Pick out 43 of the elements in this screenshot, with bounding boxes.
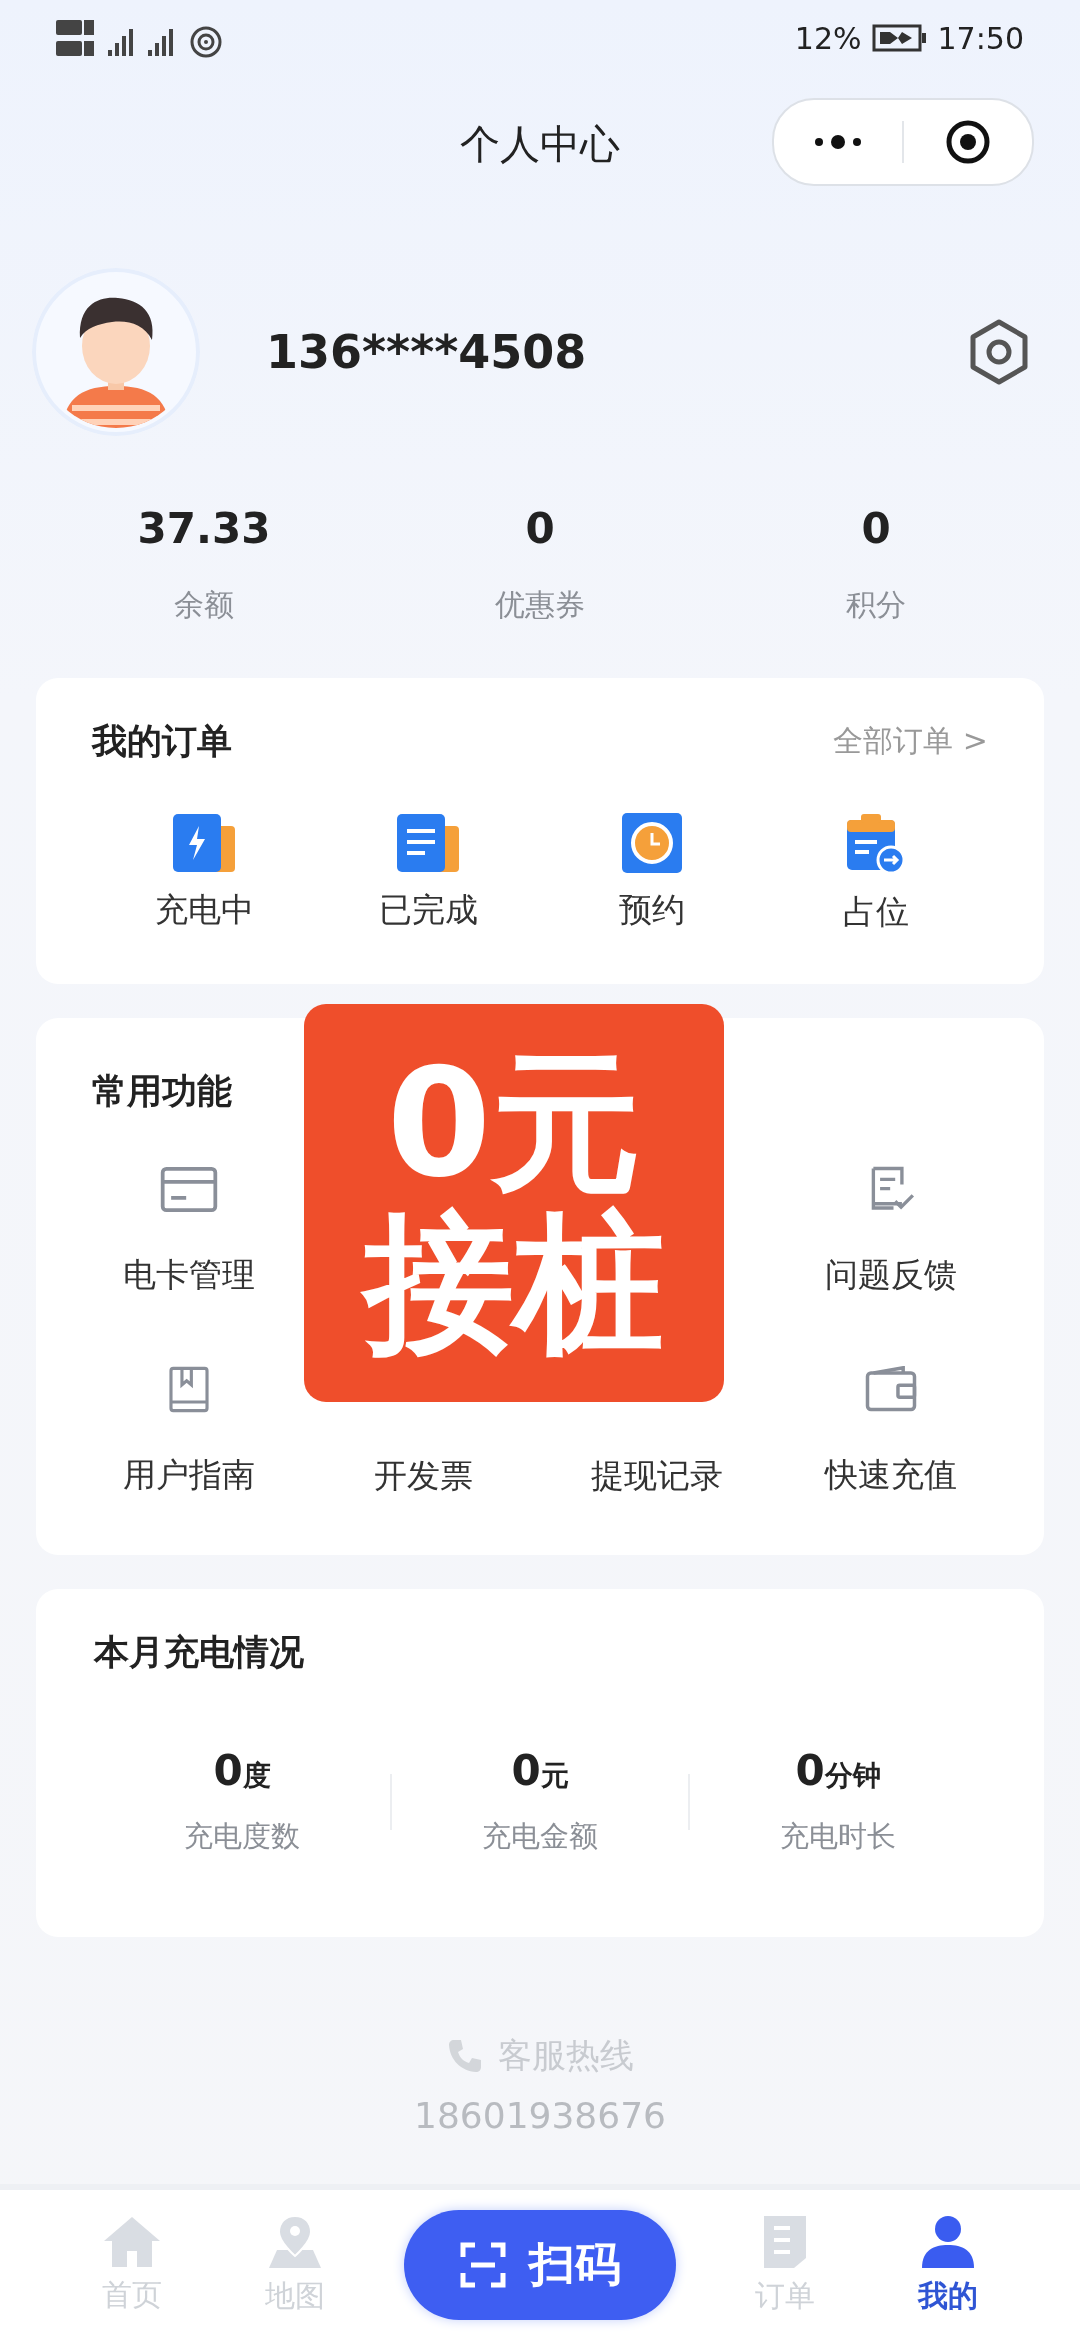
function-label[interactable]: 开发票 xyxy=(373,1454,473,1499)
promo-sticker: 0元 接桩 xyxy=(304,1004,724,1402)
battery-percent: 12% xyxy=(794,20,862,56)
phone-number: 136****4508 xyxy=(266,325,588,379)
section-title: 我的订单 xyxy=(92,720,232,763)
person-icon xyxy=(920,2213,977,2270)
function-item[interactable]: 问题反馈 xyxy=(819,1165,963,1299)
stat-label: 余额 xyxy=(174,586,234,624)
page-title: 个人中心 xyxy=(460,119,620,169)
lightning-document-icon xyxy=(171,812,237,874)
clock-time: 17:50 xyxy=(937,20,1024,56)
stat-value: 37.33 xyxy=(137,504,271,553)
function-item[interactable]: 电卡管理 xyxy=(117,1165,261,1299)
function-item[interactable]: 快速充值 xyxy=(819,1365,963,1499)
avatar[interactable] xyxy=(32,268,200,436)
order-status-item[interactable]: 充电中 xyxy=(148,811,260,936)
document-icon xyxy=(395,812,461,874)
battery-icon xyxy=(871,24,928,52)
function-item[interactable]: 用户指南 xyxy=(117,1365,261,1499)
stat-label: 充电金额 xyxy=(482,1818,598,1855)
order-status-item[interactable]: 预约 xyxy=(613,811,691,936)
stat-value: 0度 xyxy=(213,1746,271,1795)
order-status-item[interactable]: 已完成 xyxy=(372,811,484,936)
function-label[interactable]: 提现记录 xyxy=(591,1454,723,1499)
order-status-item[interactable]: 占位 xyxy=(837,811,915,936)
stat-label: 充电时长 xyxy=(780,1818,896,1855)
stat-value: 0元 xyxy=(511,1746,569,1795)
stat-value: 0 xyxy=(861,504,891,553)
card-icon xyxy=(158,1166,220,1213)
stat-label: 充电度数 xyxy=(184,1818,300,1855)
clock-icon xyxy=(621,812,683,874)
stat-label: 优惠券 xyxy=(495,586,585,624)
stat-value: 0 xyxy=(525,504,555,553)
stat-label: 积分 xyxy=(846,586,906,624)
section-title: 本月充电情况 xyxy=(94,1632,304,1672)
document-icon xyxy=(762,2213,808,2270)
section-title: 常用功能 xyxy=(92,1070,232,1113)
scan-button[interactable]: 扫码 xyxy=(404,2210,676,2320)
more-icon[interactable] xyxy=(813,134,863,150)
tab-item[interactable]: 我的 xyxy=(866,2212,1030,2318)
phone-icon xyxy=(446,2037,484,2075)
stat-value: 0分钟 xyxy=(795,1746,881,1795)
scan-icon xyxy=(459,2241,507,2289)
